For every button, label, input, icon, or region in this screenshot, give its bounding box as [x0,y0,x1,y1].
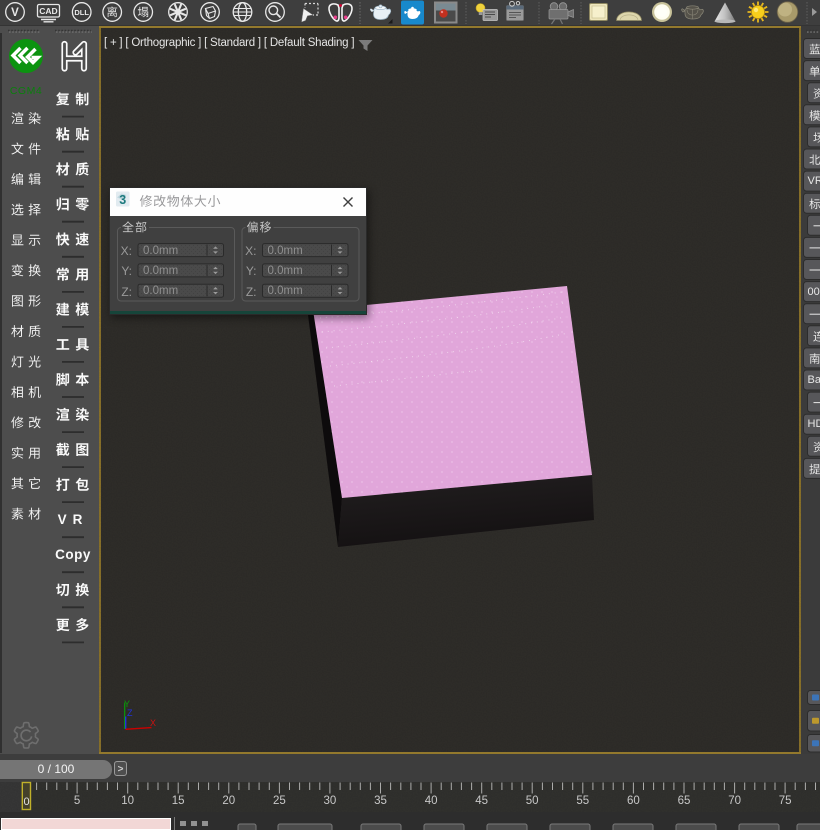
svg-text:V: V [11,7,19,19]
svg-text:DLL: DLL [74,8,89,17]
svg-text:CAD: CAD [39,6,57,16]
